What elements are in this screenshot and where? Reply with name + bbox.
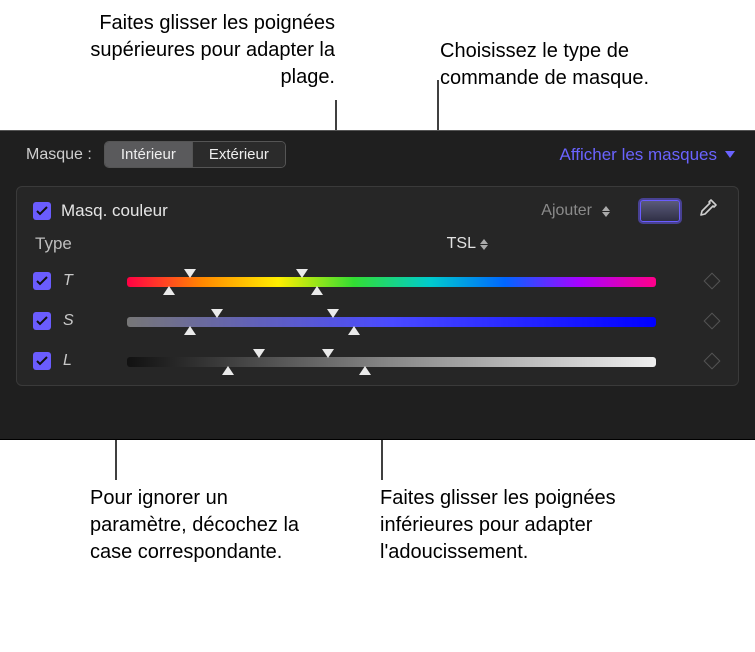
show-masks-label: Afficher les masques <box>560 145 717 165</box>
hue-range-slider[interactable] <box>127 267 656 295</box>
popup-arrows-icon <box>602 206 610 217</box>
callout-bottom-left: Pour ignorer un paramètre, décochez la c… <box>90 485 310 566</box>
eyedropper-icon[interactable] <box>696 198 718 225</box>
check-icon <box>36 316 48 326</box>
param-row-s: S <box>33 301 718 341</box>
range-handle-top[interactable] <box>322 349 334 358</box>
saturation-range-slider[interactable] <box>127 307 656 335</box>
mask-title: Masq. couleur <box>61 201 168 221</box>
param-t-checkbox[interactable] <box>33 272 51 290</box>
param-s-label: S <box>63 312 87 330</box>
range-handle-bottom[interactable] <box>311 286 323 295</box>
param-l-label: L <box>63 352 87 370</box>
segment-exterior[interactable]: Extérieur <box>192 142 285 167</box>
range-handle-top[interactable] <box>253 349 265 358</box>
color-mask-panel: Masque : Intérieur Extérieur Afficher le… <box>0 130 755 440</box>
chevron-down-icon <box>725 151 735 158</box>
param-l-checkbox[interactable] <box>33 352 51 370</box>
type-row: Type TSL <box>33 227 718 261</box>
callout-bottom-right: Faites glisser les poignées inférieures … <box>380 485 640 566</box>
check-icon <box>36 276 48 286</box>
range-handle-bottom[interactable] <box>348 326 360 335</box>
color-swatch[interactable] <box>640 200 680 222</box>
callout-top-right: Choisissez le type de commande de masque… <box>440 38 720 92</box>
range-handle-top[interactable] <box>184 269 196 278</box>
range-handle-bottom[interactable] <box>163 286 175 295</box>
param-row-l: L <box>33 341 718 381</box>
mask-type-dropdown[interactable]: TSL <box>447 235 488 253</box>
type-label: Type <box>33 234 115 254</box>
range-handle-bottom[interactable] <box>222 366 234 375</box>
range-handle-top[interactable] <box>296 269 308 278</box>
mask-type-value: TSL <box>447 235 476 253</box>
check-icon <box>36 356 48 366</box>
segment-interior[interactable]: Intérieur <box>105 142 192 167</box>
param-row-t: T <box>33 261 718 301</box>
range-handle-bottom[interactable] <box>184 326 196 335</box>
keyframe-button[interactable] <box>704 313 721 330</box>
range-handle-bottom[interactable] <box>359 366 371 375</box>
range-handle-top[interactable] <box>327 309 339 318</box>
mask-label: Masque : <box>26 146 92 164</box>
mask-side-segmented: Intérieur Extérieur <box>104 141 286 168</box>
callout-top-left: Faites glisser les poignées supérieures … <box>35 10 335 91</box>
luminance-range-slider[interactable] <box>127 347 656 375</box>
color-mask-section: Masq. couleur Ajouter Type TSL T <box>16 186 739 386</box>
add-mask-dropdown[interactable]: Ajouter <box>541 202 610 220</box>
luminance-track <box>127 357 656 367</box>
param-t-label: T <box>63 272 87 290</box>
mask-enable-checkbox[interactable] <box>33 202 51 220</box>
keyframe-button[interactable] <box>704 353 721 370</box>
check-icon <box>36 206 48 216</box>
show-masks-dropdown[interactable]: Afficher les masques <box>560 145 735 165</box>
hue-track <box>127 277 656 287</box>
add-mask-label: Ajouter <box>541 202 592 220</box>
saturation-track <box>127 317 656 327</box>
mask-top-row: Masque : Intérieur Extérieur Afficher le… <box>0 131 755 178</box>
range-handle-top[interactable] <box>211 309 223 318</box>
param-s-checkbox[interactable] <box>33 312 51 330</box>
section-header-row: Masq. couleur Ajouter <box>33 195 718 227</box>
popup-arrows-icon <box>480 239 488 250</box>
keyframe-button[interactable] <box>704 273 721 290</box>
